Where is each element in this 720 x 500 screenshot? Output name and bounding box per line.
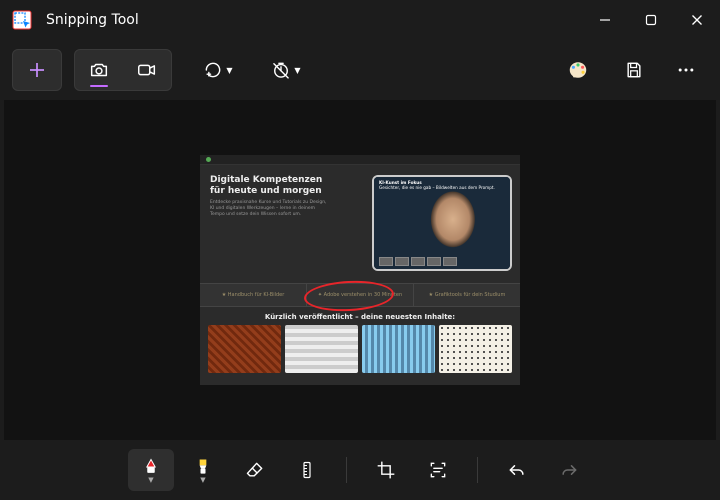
sh-hero: Digitale Kompetenzenfür heute und morgen… [200, 165, 520, 283]
editor-toolbar: ▼ ▼ [0, 440, 720, 500]
save-button[interactable] [612, 50, 656, 90]
eraser-tool-button[interactable] [232, 449, 278, 491]
active-mode-indicator [90, 85, 108, 88]
top-toolbar: ▼ ▼ [0, 40, 720, 100]
separator [477, 457, 478, 483]
app-title: Snipping Tool [46, 12, 139, 28]
crop-tool-button[interactable] [363, 449, 409, 491]
redo-button[interactable] [546, 449, 592, 491]
new-snip-button[interactable] [12, 49, 62, 91]
window-maximize-button[interactable] [628, 0, 674, 40]
sh-ribbon: ★ Handbuch für KI-Bilder ✦ Adobe versteh… [200, 283, 520, 307]
captured-screenshot: Digitale Kompetenzenfür heute und morgen… [200, 155, 520, 385]
sh-tablet-mockup: KI-Kunst im Fokus Gesichter, die es nie … [372, 175, 512, 271]
chevron-down-icon: ▼ [294, 66, 300, 75]
photo-mode-button[interactable] [75, 50, 123, 90]
delay-dropdown[interactable]: ▼ [264, 50, 308, 90]
pen-tool-button[interactable]: ▼ [128, 449, 174, 491]
more-options-button[interactable] [664, 50, 708, 90]
sh-topnav [200, 155, 520, 165]
separator [346, 457, 347, 483]
text-extract-button[interactable] [415, 449, 461, 491]
sh-tiles [200, 325, 520, 379]
video-mode-button[interactable] [123, 50, 171, 90]
chevron-down-icon: ▼ [148, 476, 153, 484]
chevron-down-icon: ▼ [200, 476, 205, 484]
sh-ribbon-3: ★ Grafiktools für dein Studium [413, 284, 520, 306]
chevron-down-icon: ▼ [226, 66, 232, 75]
snip-shape-dropdown[interactable]: ▼ [196, 50, 240, 90]
highlighter-tool-button[interactable]: ▼ [180, 449, 226, 491]
edit-in-paint-button[interactable] [556, 50, 600, 90]
canvas-area[interactable]: Digitale Kompetenzenfür heute und morgen… [4, 100, 716, 440]
sh-hero-title-1: Digitale Kompetenzen [210, 175, 322, 185]
sh-hero-body: Entdecke praxisnahe Kurse und Tutorials … [210, 200, 330, 219]
sh-ribbon-1: ★ Handbuch für KI-Bilder [200, 284, 306, 306]
undo-button[interactable] [494, 449, 540, 491]
sh-recent-label: Kürzlich veröffentlicht – deine neuesten… [200, 307, 520, 325]
window-minimize-button[interactable] [582, 0, 628, 40]
sh-ribbon-2: ✦ Adobe verstehen in 30 Minuten [306, 284, 413, 306]
capture-mode-group [74, 49, 172, 91]
window-close-button[interactable] [674, 0, 720, 40]
sh-tablet-subline: Gesichter, die es nie gab – Bildwelten a… [379, 185, 505, 190]
sh-hero-title-2: für heute und morgen [210, 186, 322, 196]
ruler-tool-button[interactable] [284, 449, 330, 491]
app-icon [12, 10, 32, 30]
titlebar: Snipping Tool [0, 0, 720, 40]
